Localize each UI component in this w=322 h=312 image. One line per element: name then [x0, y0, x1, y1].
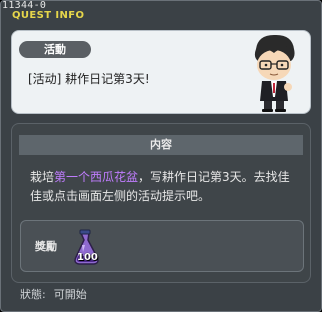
activity-panel: 活動 [活动] 耕作日记第3天!	[11, 30, 311, 114]
npc-avatar-icon	[254, 34, 295, 112]
activity-badge: 活動	[19, 41, 91, 58]
activity-title: [活动] 耕作日记第3天!	[28, 72, 150, 86]
status-label: 狀態:	[20, 288, 46, 301]
reward-box: 獎勵 100	[20, 220, 304, 272]
content-panel: 内容 栽培第一个西瓜花盆，写耕作日记第3天。去找佳佳或点击画面左侧的活动提示吧。…	[11, 123, 311, 283]
reward-item[interactable]: 100	[67, 227, 107, 267]
description-text: 栽培	[30, 170, 55, 184]
status-value: 可開始	[53, 288, 87, 301]
quest-status: 狀態: 可開始	[20, 286, 87, 302]
content-header: 内容	[19, 135, 303, 155]
quest-info-window: 11344-0 QUEST INFO 活動 [活动] 耕作日记第3天! 内容 栽…	[0, 0, 322, 312]
quest-description: 栽培第一个西瓜花盆，写耕作日记第3天。去找佳佳或点击画面左侧的活动提示吧。	[30, 168, 300, 206]
reward-label: 獎勵	[35, 240, 57, 253]
reward-quantity: 100	[77, 252, 98, 263]
window-title: QUEST INFO	[12, 10, 85, 21]
description-highlight: 第一个西瓜花盆	[54, 170, 139, 184]
